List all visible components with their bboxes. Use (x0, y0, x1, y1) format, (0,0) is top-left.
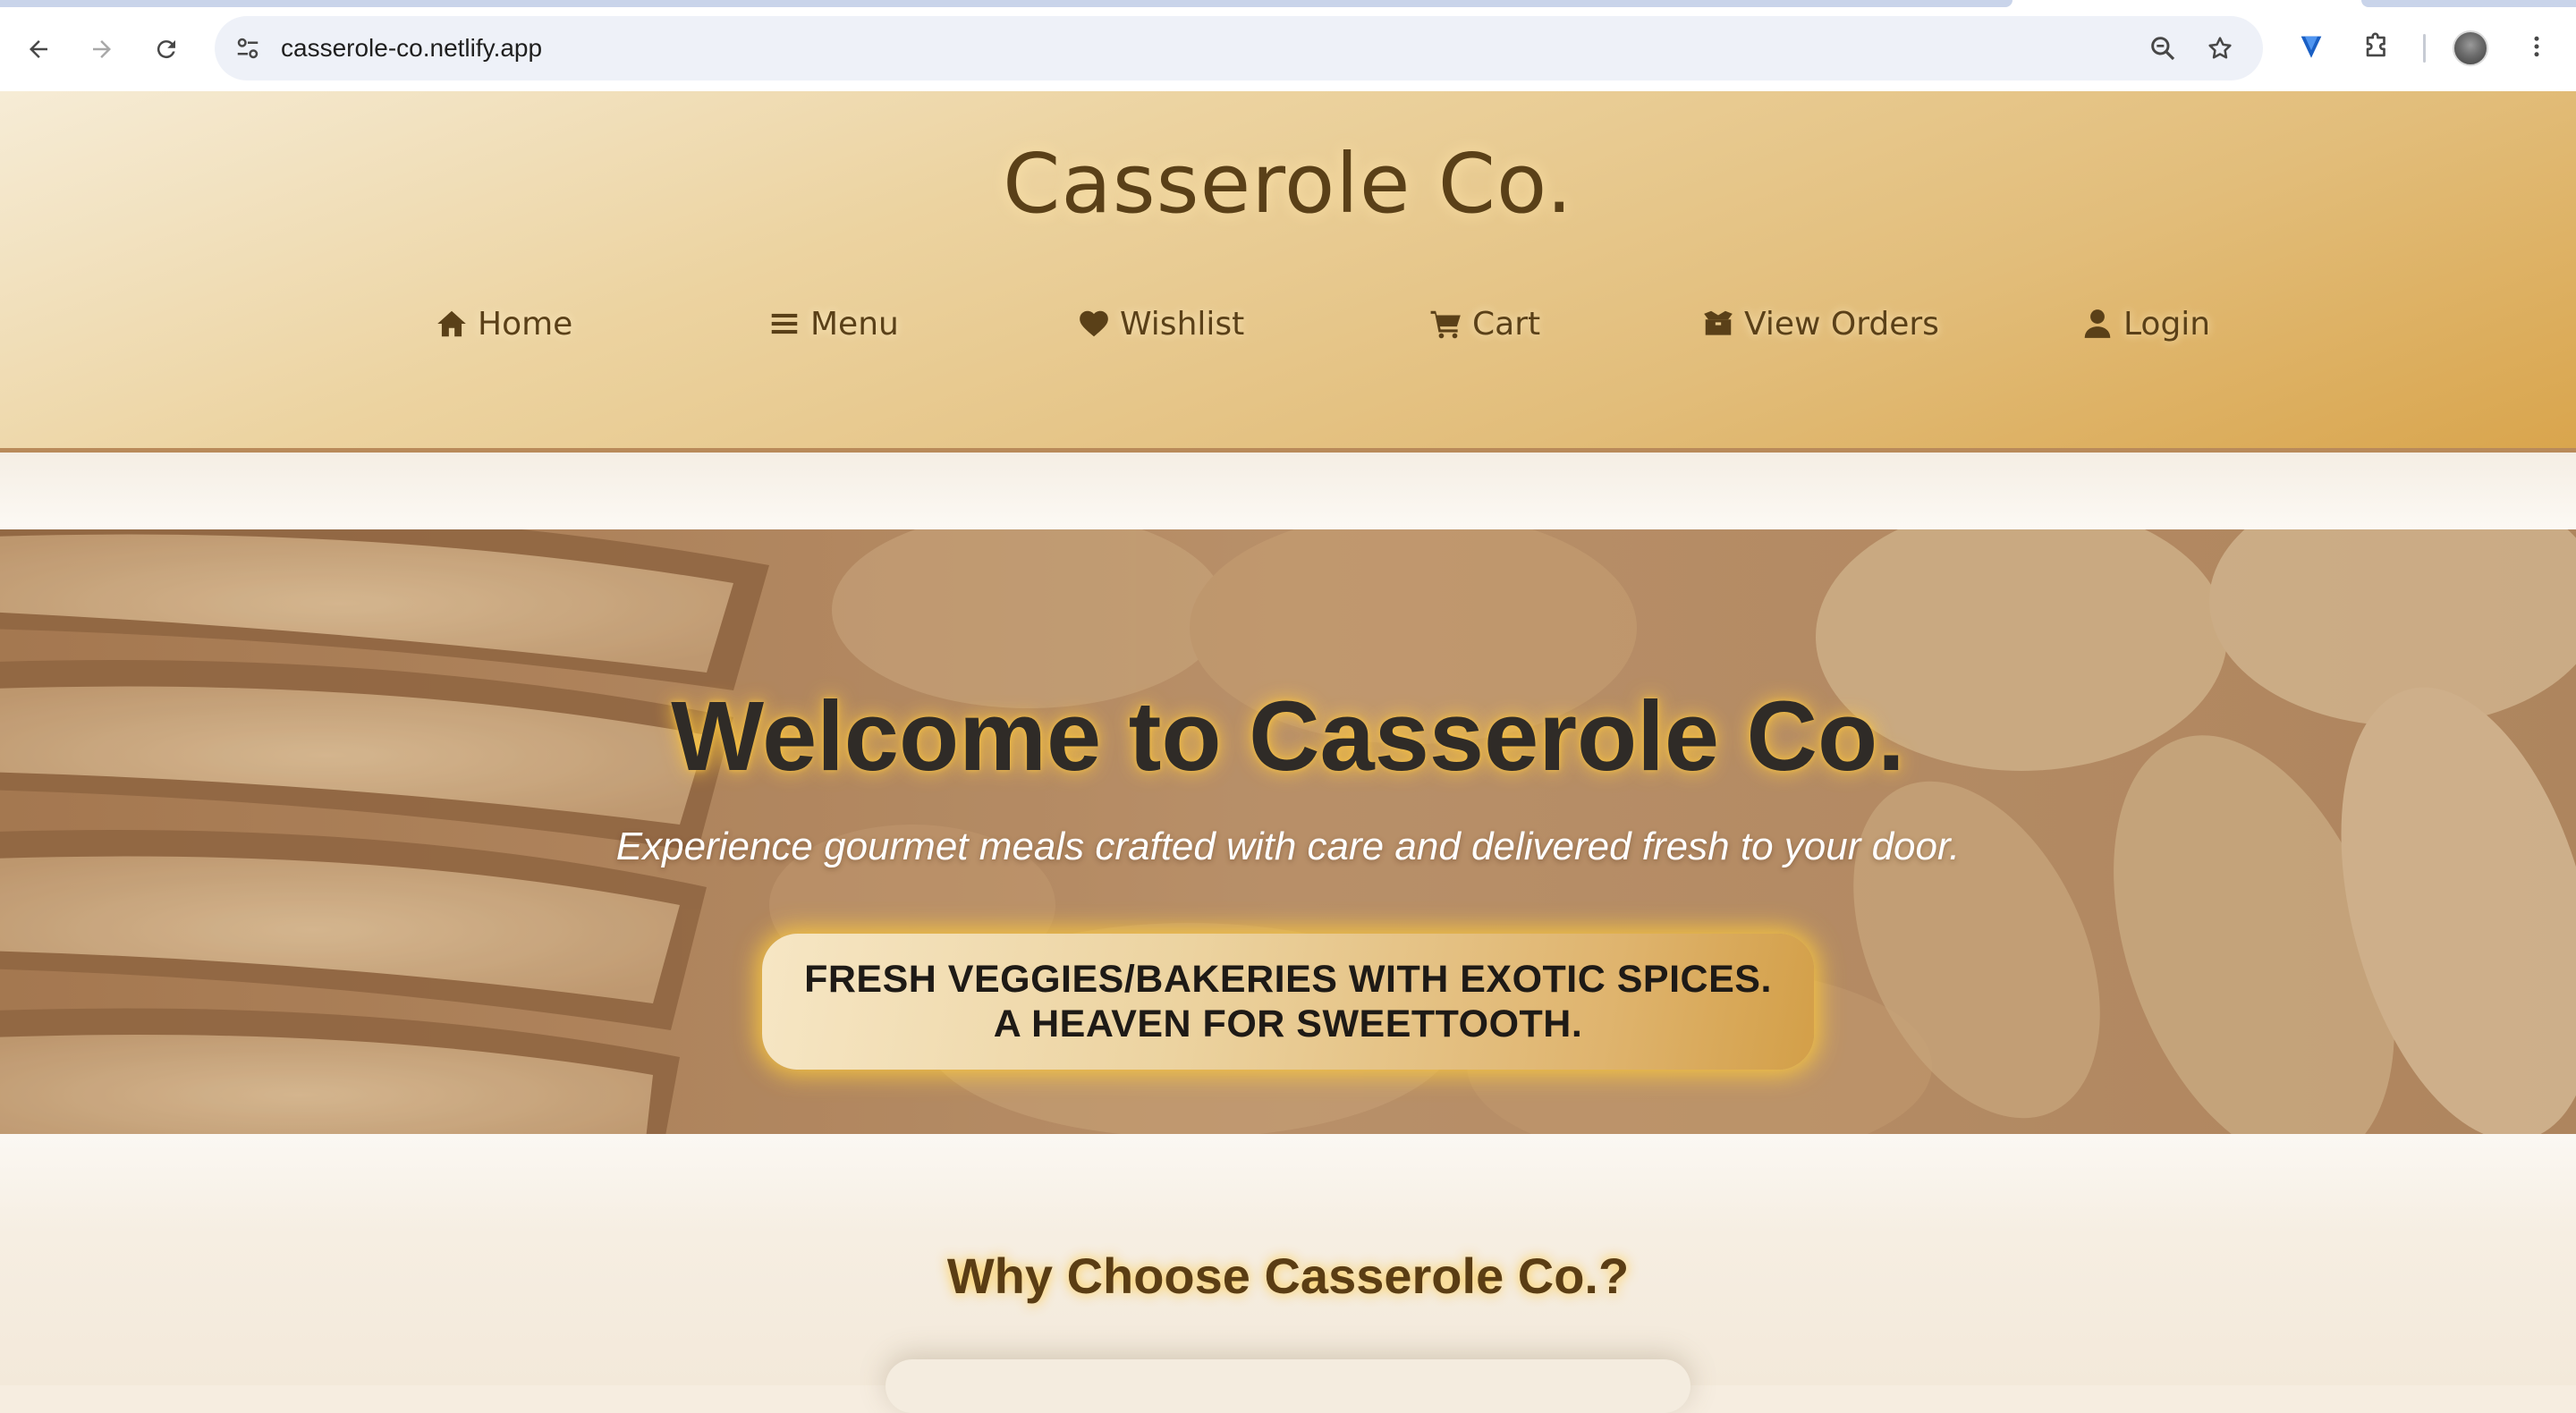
heart-icon (1080, 310, 1108, 337)
cart-icon (1430, 310, 1461, 339)
nav-login-label: Login (2123, 305, 2211, 343)
zoom-icon[interactable] (2147, 32, 2179, 64)
why-section: Why Choose Casserole Co.? (0, 1134, 2576, 1413)
more-vertical-icon[interactable] (2519, 29, 2555, 64)
profile-avatar[interactable] (2453, 30, 2488, 66)
user-icon (2084, 309, 2111, 338)
back-button[interactable] (18, 29, 59, 70)
menu-bars-icon (771, 313, 798, 334)
reload-icon (157, 40, 175, 59)
header-spacer (0, 453, 2576, 529)
hero-badge-line-1: FRESH VEGGIES/BAKERIES WITH EXOTIC SPICE… (804, 958, 1772, 1001)
address-bar[interactable]: casserole-co.netlify.app (215, 16, 2263, 80)
nav-cart-label: Cart (1472, 305, 1541, 343)
hero-title: Welcome to Casserole Co. (671, 681, 1905, 791)
nav-menu-label: Menu (810, 305, 899, 343)
forward-arrow-icon (93, 40, 111, 58)
feature-card-top-edge (886, 1359, 1690, 1413)
nav-home[interactable]: Home (435, 297, 572, 351)
nav-cart[interactable]: Cart (1429, 297, 1540, 351)
nav-view-orders-label: View Orders (1744, 305, 1939, 343)
active-tab-indicator (0, 0, 2012, 7)
toolbar-divider (2423, 34, 2426, 63)
nav-view-orders[interactable]: View Orders (1701, 297, 1939, 351)
site-info-icon[interactable] (233, 33, 263, 63)
home-icon (437, 310, 466, 337)
hero-tagline-badge[interactable]: FRESH VEGGIES/BAKERIES WITH EXOTIC SPICE… (762, 934, 1814, 1070)
nav-home-label: Home (478, 305, 573, 343)
bookmark-star-icon[interactable] (2204, 32, 2236, 64)
site-header: Casserole Co. Home Menu Wishlist Cart Vi… (0, 91, 2576, 453)
back-arrow-icon (30, 40, 47, 58)
site-title[interactable]: Casserole Co. (0, 136, 2576, 232)
reload-button[interactable] (146, 29, 187, 70)
nav-wishlist-label: Wishlist (1120, 305, 1245, 343)
box-icon (1704, 310, 1733, 335)
extension-heart-icon[interactable] (2293, 29, 2329, 64)
why-section-title: Why Choose Casserole Co.? (946, 1248, 1630, 1304)
extensions-puzzle-icon[interactable] (2359, 29, 2394, 64)
url-text[interactable]: casserole-co.netlify.app (281, 32, 542, 64)
main-nav: Home Menu Wishlist Cart View Orders Logi… (0, 297, 2576, 351)
hero-badge-line-2: A HEAVEN FOR SWEETTOOTH. (993, 1003, 1583, 1045)
tab-strip-edge (2361, 0, 2576, 7)
nav-login[interactable]: Login (2080, 297, 2210, 351)
nav-menu[interactable]: Menu (767, 297, 899, 351)
forward-button[interactable] (81, 29, 123, 70)
hero-subtitle: Experience gourmet meals crafted with ca… (615, 825, 1961, 868)
nav-wishlist[interactable]: Wishlist (1077, 297, 1244, 351)
browser-toolbar: casserole-co.netlify.app (0, 0, 2576, 91)
hero-section: Welcome to Casserole Co. Experience gour… (0, 529, 2576, 1134)
